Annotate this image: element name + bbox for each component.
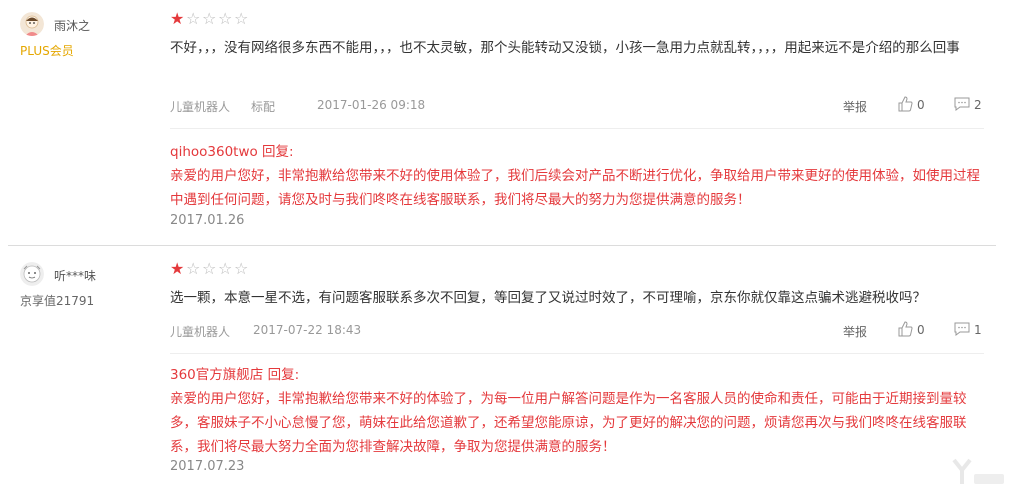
review-item: 雨沐之 PLUS会员 ★ ☆ ☆ ☆ ☆ 不好，，，没有网络很多东西不能用，，，… <box>0 0 1013 246</box>
user-name[interactable]: 雨沐之 <box>54 17 90 34</box>
review-content: 不好，，，没有网络很多东西不能用，，，也不太灵敏，那个头能转动又没锁，小孩一急用… <box>170 40 960 56</box>
avatar[interactable] <box>20 12 44 36</box>
star-empty-icon: ☆ <box>234 259 249 278</box>
reply-text: 亲爱的用户您好，非常抱歉给您带来不好的使用体验了，我们后续会对产品不断进行优化，… <box>170 168 980 208</box>
report-link[interactable]: 举报 <box>843 98 867 115</box>
comment-bubble-icon[interactable] <box>953 321 971 337</box>
reply-divider <box>170 353 984 354</box>
like-count: 0 <box>917 98 925 112</box>
watermark-logo <box>952 458 1004 484</box>
product-name: 儿童机器人 <box>170 325 231 339</box>
reply-author[interactable]: 360官方旗舰店 <box>170 367 263 383</box>
star-empty-icon: ☆ <box>218 259 233 278</box>
review-time: 2017-07-22 18:43 <box>253 323 362 337</box>
avatar[interactable] <box>20 262 44 286</box>
review-content: 选一颗，本意一星不选，有问题客服联系多次不回复，等回复了又说过时效了，不可理喻，… <box>170 290 926 306</box>
thumb-up-icon[interactable] <box>897 321 913 337</box>
star-filled-icon: ★ <box>170 259 185 278</box>
reply-divider <box>170 128 984 129</box>
star-empty-icon: ☆ <box>202 259 217 278</box>
comment-count: 2 <box>974 98 982 112</box>
star-rating: ★ ☆ ☆ ☆ ☆ <box>170 261 249 277</box>
review-meta: 儿童机器人 2017-07-22 18:43 举报 0 1 <box>170 321 984 343</box>
thumb-up-icon[interactable] <box>897 96 913 112</box>
reply-date: 2017.07.23 <box>170 459 245 474</box>
like-count: 0 <box>917 323 925 337</box>
user-name[interactable]: 听***味 <box>54 267 96 284</box>
reply-suffix: 回复: <box>263 367 300 383</box>
reply-header: 360官方旗舰店 回复: <box>170 363 982 387</box>
star-empty-icon: ☆ <box>202 9 217 28</box>
star-empty-icon: ☆ <box>218 9 233 28</box>
user-level: PLUS会员 <box>20 44 74 58</box>
review-time: 2017-01-26 09:18 <box>317 98 426 112</box>
seller-reply: qihoo360two 回复: 亲爱的用户您好，非常抱歉给您带来不好的使用体验了… <box>170 140 982 212</box>
reply-suffix: 回复: <box>257 144 294 160</box>
star-empty-icon: ☆ <box>186 259 201 278</box>
user-level: 京享值21791 <box>20 294 95 308</box>
reply-date: 2017.01.26 <box>170 213 245 228</box>
star-filled-icon: ★ <box>170 9 185 28</box>
comment-bubble-icon[interactable] <box>953 96 971 112</box>
reply-header: qihoo360two 回复: <box>170 140 982 164</box>
comment-count: 1 <box>974 323 982 337</box>
reply-text: 亲爱的用户您好，非常抱歉给您带来不好的体验了，为每一位用户解答问题是作为一名客服… <box>170 391 967 455</box>
star-empty-icon: ☆ <box>186 9 201 28</box>
report-link[interactable]: 举报 <box>843 323 867 340</box>
product-spec: 标配 <box>251 100 276 114</box>
seller-reply: 360官方旗舰店 回复: 亲爱的用户您好，非常抱歉给您带来不好的体验了，为每一位… <box>170 363 982 459</box>
star-rating: ★ ☆ ☆ ☆ ☆ <box>170 11 249 27</box>
review-divider <box>8 245 996 246</box>
review-item: 听***味 京享值21791 ★ ☆ ☆ ☆ ☆ 选一颗，本意一星不选，有问题客… <box>0 247 1013 491</box>
product-name: 儿童机器人 <box>170 100 231 114</box>
review-meta: 儿童机器人 标配 2017-01-26 09:18 举报 0 2 <box>170 96 984 118</box>
reply-author[interactable]: qihoo360two <box>170 144 258 160</box>
star-empty-icon: ☆ <box>234 9 249 28</box>
